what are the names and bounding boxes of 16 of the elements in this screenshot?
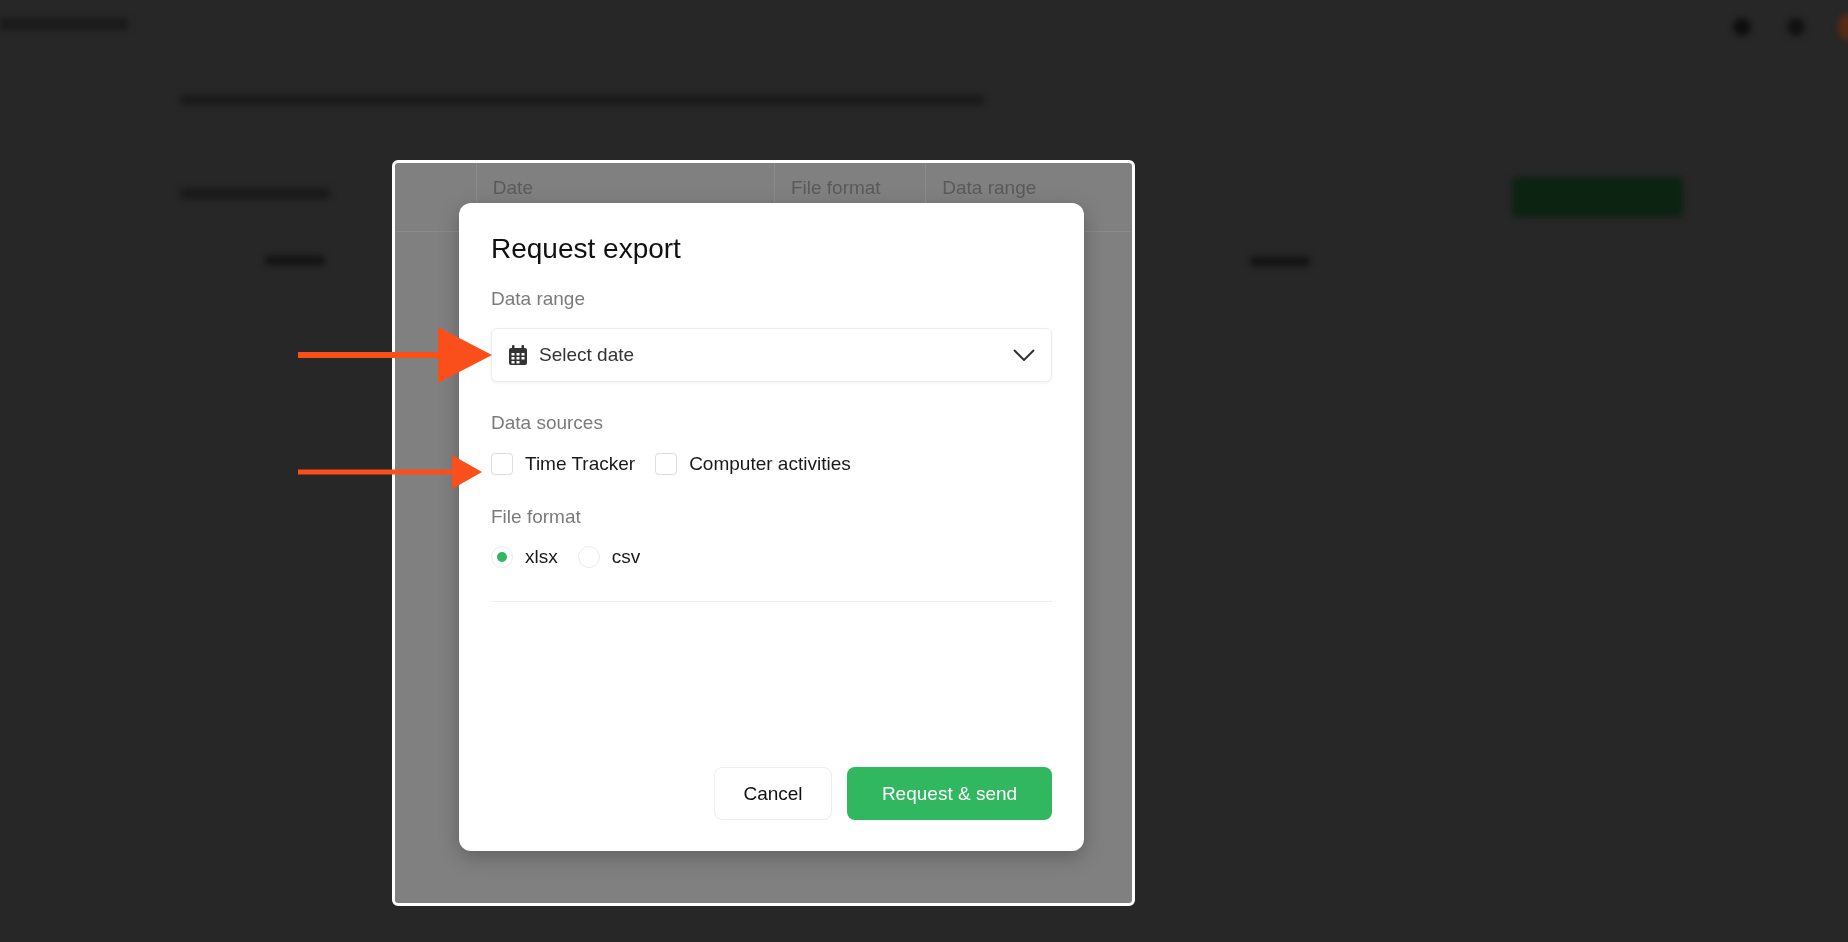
field-label: Data sources [491, 411, 604, 435]
cancel-button[interactable]: Cancel [714, 767, 832, 820]
dialog-title: Request export [491, 232, 682, 266]
radio-label[interactable]: xlsx [525, 546, 558, 568]
radio-button[interactable] [491, 546, 513, 568]
checkbox[interactable] [655, 453, 678, 475]
radio-label[interactable]: csv [611, 546, 641, 568]
calendar-icon [508, 344, 528, 366]
field-label: Data range [491, 287, 586, 311]
date-select[interactable]: Select date [491, 328, 1052, 382]
chevron-down-icon [1013, 349, 1035, 361]
checkbox-label[interactable]: Time Tracker [525, 453, 636, 475]
field-label: File format [491, 505, 582, 529]
checkbox-label[interactable]: Computer activities [689, 453, 851, 475]
blurred-icon [1733, 18, 1751, 36]
checkbox[interactable] [491, 453, 513, 475]
